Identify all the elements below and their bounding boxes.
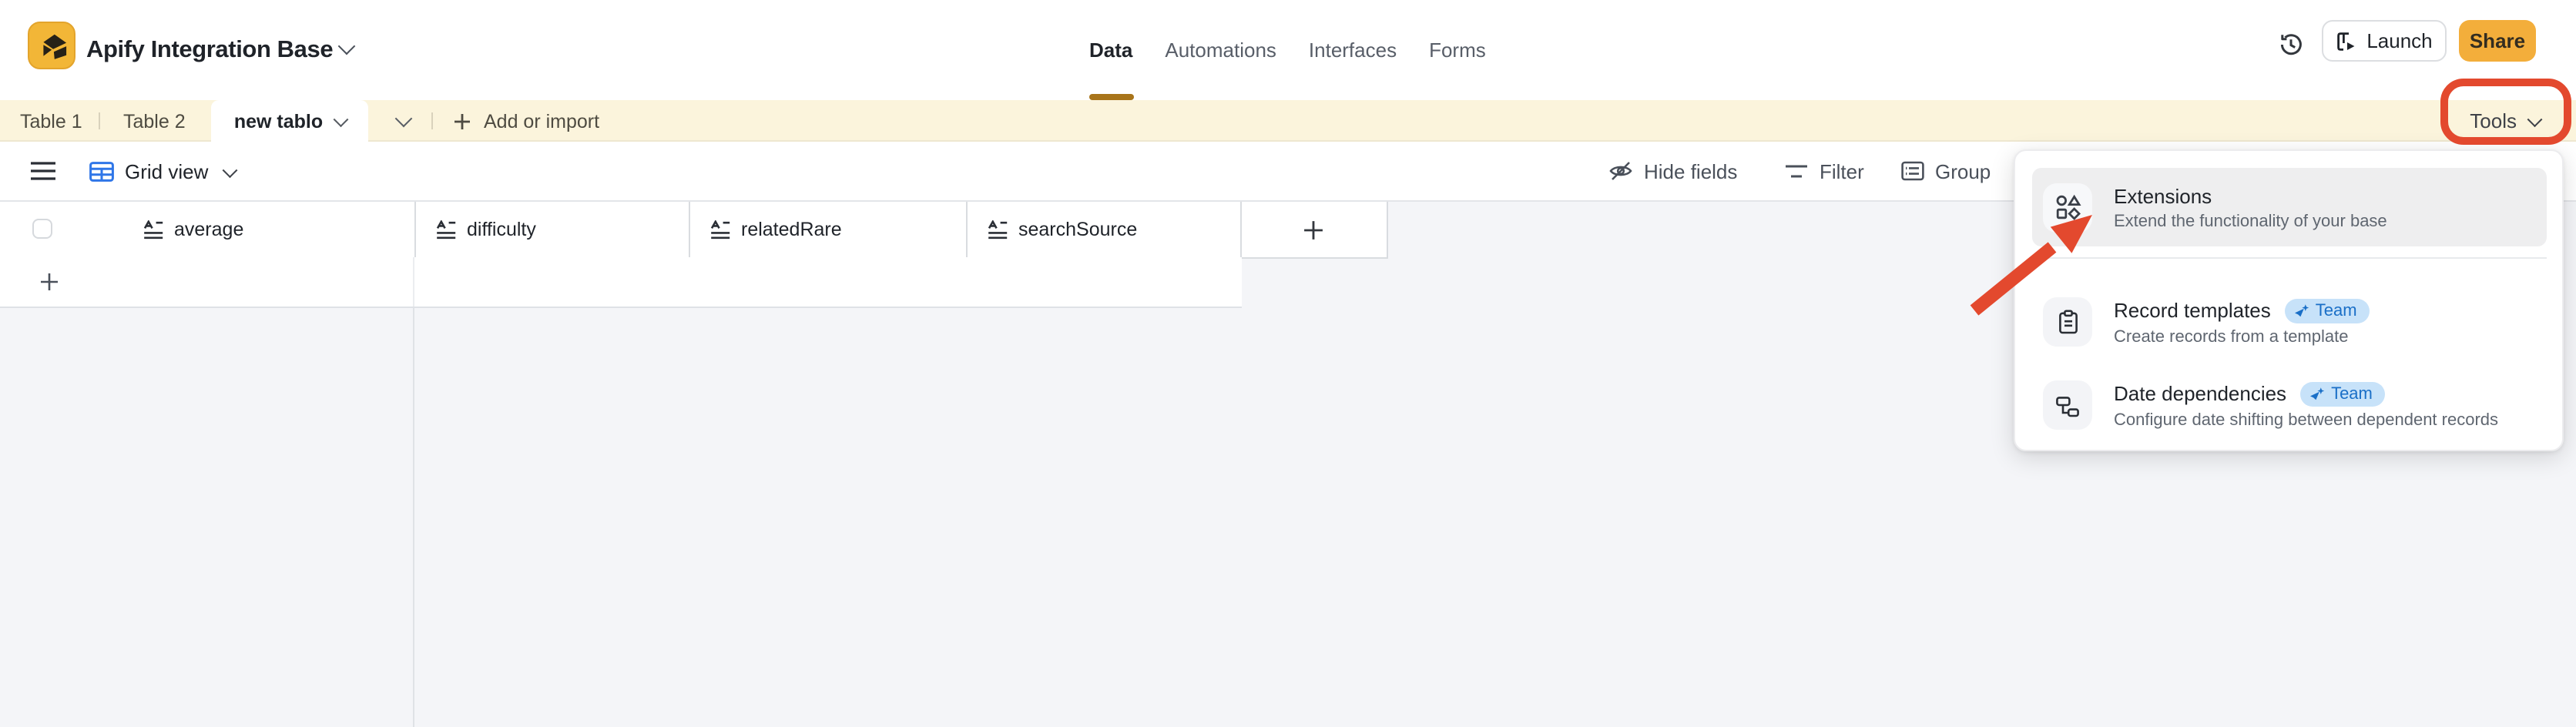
tools-chevron-down-icon [2527,112,2541,126]
column-divider [1387,202,1388,257]
group-icon [1901,160,1924,182]
long-text-field-icon [436,219,456,240]
clipboard-icon [2056,310,2079,334]
menu-item-subtitle: Extend the functionality of your base [2114,212,2387,230]
nav-tab-automations[interactable]: Automations [1165,38,1276,61]
hide-fields-label: Hide fields [1644,159,1737,183]
add-column-button[interactable] [1240,202,1387,257]
add-record-plus-icon[interactable] [40,273,59,291]
tab-separator-2 [431,112,433,129]
grid-view-chevron-down-icon [223,162,237,176]
column-header-row: average difficulty relatedRare searchSou… [0,202,1388,259]
team-plan-badge: Team [2285,298,2370,323]
base-title[interactable]: Apify Integration Base [86,0,333,100]
column-header-searchSource[interactable]: searchSource [988,202,1137,257]
column-header-average[interactable]: average [143,202,243,257]
column-name: difficulty [467,219,536,240]
nav-tab-data[interactable]: Data [1089,38,1132,61]
nav-tab-forms[interactable]: Forms [1429,38,1486,61]
column-name: relatedRare [741,219,842,240]
menu-item-record-templates[interactable]: Record templates Team Create records fro… [2032,283,2547,360]
active-tab-label: new tablo [234,110,323,132]
extensions-icon-box [2043,183,2092,232]
team-plan-badge: Team [2300,381,2385,406]
menu-item-title: Record templates [2114,299,2271,322]
base-logo[interactable] [28,22,75,69]
long-text-field-icon [710,219,730,240]
record-templates-icon-box [2043,297,2092,347]
main-nav: Data Automations Interfaces Forms [1089,0,1486,99]
tools-dropdown-menu: Extensions Extend the functionality of y… [2014,149,2564,451]
column-name: searchSource [1018,219,1137,240]
launch-button[interactable]: Launch [2322,20,2447,62]
column-name: average [174,219,243,240]
view-sidebar-toggle[interactable] [31,142,55,200]
menu-divider [2032,257,2547,259]
menu-item-title: Date dependencies [2114,382,2286,405]
menu-item-title: Extensions [2114,184,2212,207]
app-window: Apify Integration Base Data Automations … [0,0,2576,727]
team-sparkle-icon [2309,386,2325,401]
tab-separator [99,112,100,129]
grid-view-icon [89,161,114,181]
dependency-nodes-icon [2055,394,2080,417]
badge-label: Team [2331,384,2373,403]
apify-logo-icon [32,26,74,68]
filter-label: Filter [1820,159,1864,183]
column-divider [966,202,968,257]
filter-icon [1784,162,1809,179]
launch-label: Launch [2366,29,2432,52]
menu-item-subtitle: Configure date shifting between dependen… [2114,410,2498,429]
group-label: Group [1935,159,1991,183]
column-header-relatedRare[interactable]: relatedRare [710,202,842,257]
long-text-field-icon [988,219,1008,240]
tab-table-2[interactable]: Table 2 [123,100,186,142]
column-divider [414,202,416,257]
plus-icon [1303,219,1323,240]
share-button[interactable]: Share [2459,20,2536,62]
filter-button[interactable]: Filter [1784,142,1864,200]
history-icon[interactable] [2277,31,2305,59]
add-record-row[interactable] [0,257,1242,308]
add-or-import-button[interactable]: Add or import [453,100,599,142]
date-dependencies-icon-box [2043,380,2092,430]
tab-new-tablo-active[interactable]: new tablo [211,100,368,142]
hamburger-icon [31,162,55,180]
menu-item-extensions[interactable]: Extensions Extend the functionality of y… [2032,168,2547,246]
app-header: Apify Integration Base Data Automations … [0,0,2576,100]
select-all-checkbox[interactable] [32,219,52,239]
eye-off-icon [1608,160,1633,182]
long-text-field-icon [143,219,163,240]
tools-label: Tools [2470,109,2517,132]
menu-item-subtitle: Create records from a template [2114,327,2370,346]
badge-label: Team [2316,301,2357,320]
tools-button[interactable]: Tools [2470,100,2539,142]
frozen-column-divider [413,307,414,727]
add-or-import-label: Add or import [484,110,599,132]
nav-tab-interfaces[interactable]: Interfaces [1309,38,1397,61]
column-divider [689,202,690,257]
launch-icon [2336,30,2357,52]
table-tabbar: Table 1 Table 2 new tablo Add or import … [0,100,2576,142]
tab-chevron-down-icon[interactable] [333,112,347,126]
share-label: Share [2470,29,2525,52]
column-header-difficulty[interactable]: difficulty [436,202,536,257]
tab-list-chevron-down-icon[interactable] [395,110,413,128]
team-sparkle-icon [2294,303,2309,318]
hide-fields-button[interactable]: Hide fields [1608,142,1737,200]
plus-icon [453,112,471,130]
column-divider [413,257,414,307]
group-button[interactable]: Group [1901,142,1991,200]
grid-view-label: Grid view [125,159,208,183]
extensions-shapes-icon [2054,194,2081,220]
tab-table-1[interactable]: Table 1 [20,100,82,142]
base-title-chevron-down-icon[interactable] [338,38,356,55]
active-nav-underline [1089,94,1134,99]
menu-item-date-dependencies[interactable]: Date dependencies Team Configure date sh… [2032,367,2547,444]
grid-view-button[interactable]: Grid view [89,142,235,200]
